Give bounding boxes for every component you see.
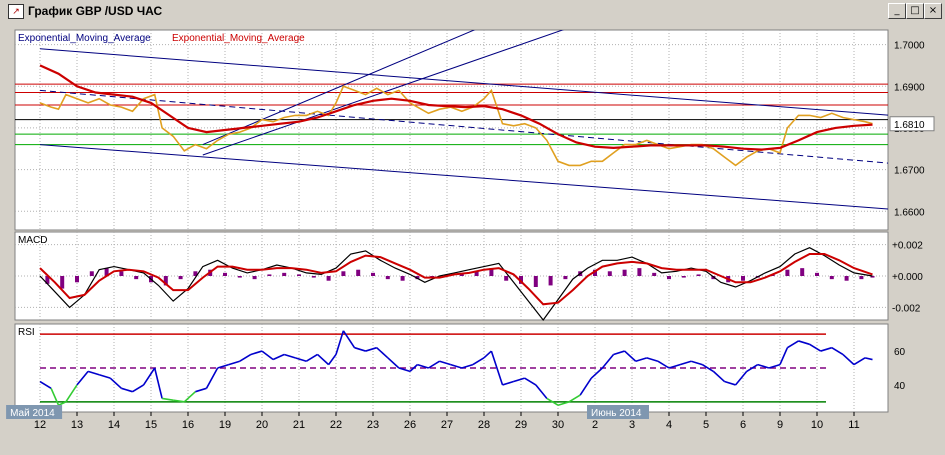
macd-histogram-bar <box>326 276 331 281</box>
macd-histogram-bar <box>75 276 79 283</box>
x-tick-label: 12 <box>34 419 46 431</box>
month-label: Июнь 2014 <box>591 408 642 419</box>
close-button[interactable]: × <box>924 3 942 19</box>
x-tick-label: 5 <box>703 419 709 431</box>
x-tick-label: 21 <box>293 419 305 431</box>
x-tick-label: 9 <box>777 419 783 431</box>
y-tick-label: 1.6900 <box>894 82 925 93</box>
macd-histogram-bar <box>60 276 65 289</box>
macd-histogram-bar <box>785 269 790 276</box>
macd-histogram-bar <box>178 276 183 280</box>
macd-histogram-bar <box>504 276 509 281</box>
maximize-button[interactable]: □ <box>906 3 924 19</box>
macd-histogram-bar <box>859 276 864 280</box>
macd-histogram-bar <box>282 272 287 276</box>
macd-histogram-bar <box>400 276 405 281</box>
y-tick-label: 1.7000 <box>894 41 925 52</box>
x-tick-label: 13 <box>71 419 83 431</box>
macd-histogram-bar <box>652 272 657 276</box>
macd-histogram-bar <box>844 276 849 281</box>
y-tick-label: 40 <box>894 381 906 392</box>
x-tick-label: 16 <box>182 419 194 431</box>
macd-histogram-bar <box>385 276 390 280</box>
macd-histogram-bar <box>741 276 745 281</box>
panel-title: MACD <box>18 235 47 246</box>
legend-entry: Exponential_Moving_Average <box>172 33 305 44</box>
price-panel: 1.70001.69001.68001.67001.66001.6810Expo… <box>14 29 935 231</box>
y-tick-label: +0.000 <box>892 272 923 283</box>
window-title: График GBP /USD ЧАС <box>28 4 163 18</box>
x-tick-label: 4 <box>666 419 672 431</box>
y-tick-label: -0.002 <box>892 303 921 314</box>
macd-histogram-bar <box>237 276 242 278</box>
minimize-button[interactable]: _ <box>888 3 906 19</box>
x-tick-label: 26 <box>404 419 416 431</box>
macd-histogram-bar <box>637 268 642 276</box>
x-tick-label: 2 <box>592 419 598 431</box>
macd-histogram-bar <box>681 276 686 278</box>
macd-histogram-bar <box>223 272 227 276</box>
legend-entry: Exponential_Moving_Average <box>18 33 151 44</box>
y-tick-label: +0.002 <box>892 241 923 252</box>
macd-histogram-bar <box>119 271 124 276</box>
macd-histogram-bar <box>89 271 94 276</box>
macd-histogram-bar <box>134 276 139 280</box>
y-tick-label: 1.6700 <box>894 166 925 177</box>
chart-area: 1.70001.69001.68001.67001.66001.6810Expo… <box>6 29 935 431</box>
x-tick-label: 6 <box>740 419 746 431</box>
macd-histogram-bar <box>815 272 819 276</box>
y-tick-label: 60 <box>894 347 906 358</box>
macd-histogram-bar <box>311 276 316 278</box>
x-tick-label: 14 <box>108 419 120 431</box>
x-tick-label: 10 <box>811 419 823 431</box>
macd-histogram-bar <box>356 269 361 276</box>
macd-histogram-bar <box>829 276 834 280</box>
macd-histogram-bar <box>267 274 272 276</box>
chart-window-icon: ↗ <box>8 4 24 19</box>
title-bar: ↗ График GBP /USD ЧАС _ □ × <box>0 0 945 22</box>
x-tick-label: 19 <box>219 419 231 431</box>
macd-panel: +0.002 +0.000 -0.002 MACD <box>14 231 923 321</box>
macd-histogram-bar <box>533 276 538 287</box>
month-label: Май 2014 <box>10 408 55 419</box>
macd-histogram-bar <box>341 271 346 276</box>
macd-histogram-bar <box>297 274 301 276</box>
x-tick-label: 28 <box>478 419 490 431</box>
price-plot-frame <box>14 29 889 231</box>
x-tick-label: 20 <box>256 419 268 431</box>
x-tick-label: 29 <box>515 419 527 431</box>
y-tick-label: 1.6600 <box>894 207 925 218</box>
macd-histogram-bar <box>622 269 627 276</box>
macd-histogram-bar <box>696 274 701 276</box>
x-tick-label: 27 <box>441 419 453 431</box>
macd-histogram-bar <box>667 276 671 280</box>
macd-histogram-bar <box>607 271 612 276</box>
macd-histogram-bar <box>800 268 805 276</box>
macd-histogram-bar <box>371 272 375 276</box>
current-price-label: 1.6810 <box>894 120 925 131</box>
x-tick-label: 30 <box>552 419 564 431</box>
macd-histogram-bar <box>548 276 553 286</box>
x-tick-label: 23 <box>367 419 379 431</box>
macd-histogram-bar <box>563 276 568 280</box>
x-tick-label: 22 <box>330 419 342 431</box>
x-tick-label: 15 <box>145 419 157 431</box>
x-tick-label: 3 <box>629 419 635 431</box>
panel-title: RSI <box>18 327 35 338</box>
macd-histogram-bar <box>252 276 257 280</box>
rsi-panel: 60 40 RSI <box>14 323 906 413</box>
x-tick-label: 11 <box>848 419 859 431</box>
